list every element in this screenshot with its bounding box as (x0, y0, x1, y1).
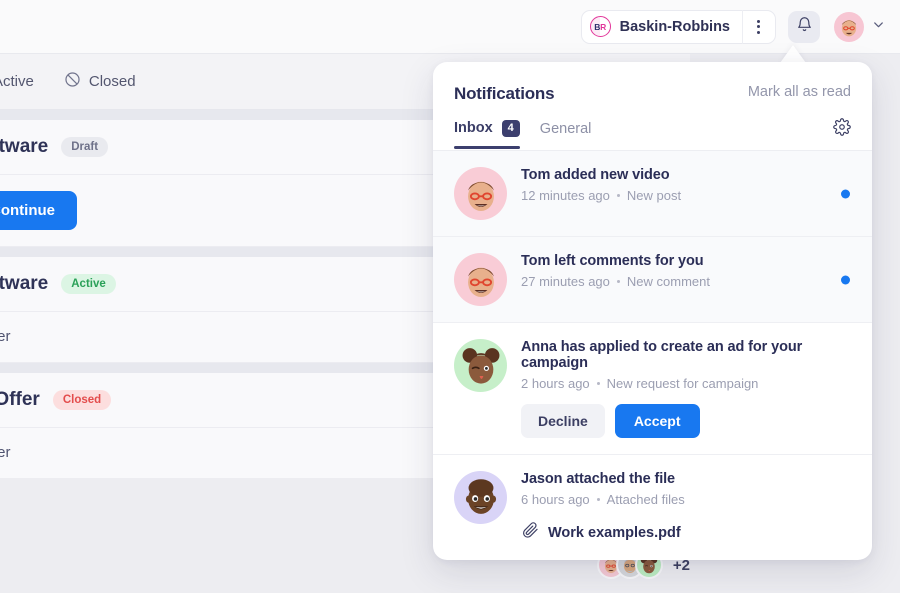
avatar (454, 339, 507, 392)
filter-active[interactable]: Active (0, 71, 34, 92)
notification-item[interactable]: Jason attached the file 6 hours ago Atta… (433, 455, 872, 560)
org-name-label: Baskin-Robbins (619, 18, 730, 35)
notifications-panel: Notifications Mark all as read Inbox 4 G… (433, 62, 872, 560)
notification-category: New post (626, 188, 682, 203)
notification-category: New request for campaign (606, 376, 759, 391)
notification-meta: 6 hours ago Attached files (521, 492, 851, 507)
paperclip-icon (521, 521, 539, 544)
baskin-robbins-logo-icon: BR (589, 16, 611, 37)
tab-inbox-count: 4 (501, 120, 520, 137)
notification-time: 12 minutes ago (521, 188, 610, 203)
gear-icon[interactable] (833, 118, 851, 150)
top-bar: BR Baskin-Robbins (0, 0, 900, 54)
avatar (454, 471, 507, 524)
decline-button[interactable]: Decline (521, 404, 605, 438)
notification-title: Tom left comments for you (521, 253, 704, 269)
filter-closed[interactable]: Closed (64, 71, 136, 92)
notification-time: 6 hours ago (521, 492, 590, 507)
notification-time: 27 minutes ago (521, 274, 610, 289)
notifications-tabs: Inbox 4 General (433, 118, 872, 151)
notification-time: 2 hours ago (521, 376, 590, 391)
status-badge: Closed (52, 390, 112, 410)
avatar (454, 253, 507, 306)
notification-category: New comment (626, 274, 710, 289)
unread-indicator (841, 189, 850, 198)
ban-icon (64, 71, 81, 92)
notification-item[interactable]: Tom left comments for you 27 minutes ago… (433, 237, 872, 323)
notification-meta: 2 hours ago New request for campaign (521, 376, 851, 391)
notifications-bell-button[interactable] (788, 10, 820, 43)
page-title: Notifications (454, 84, 555, 103)
campaign-title: ve Offer (0, 389, 40, 410)
unread-indicator (841, 275, 850, 284)
user-menu[interactable] (834, 11, 886, 42)
app-root: Active Closed Software Draft Continue So… (0, 0, 900, 593)
notification-panel-pointer (780, 45, 806, 63)
separator-dot-icon (616, 194, 620, 197)
member-label: ember (0, 444, 11, 461)
notification-title: Anna has applied to create an ad for you… (521, 339, 803, 371)
tab-inbox-label: Inbox (454, 120, 493, 137)
notification-actions: Decline Accept (521, 404, 851, 438)
avatar[interactable] (834, 11, 864, 42)
org-logo-text: BR (594, 21, 606, 32)
mark-all-as-read-button[interactable]: Mark all as read (748, 84, 851, 100)
accept-button[interactable]: Accept (614, 404, 700, 438)
separator-dot-icon (596, 498, 600, 501)
attached-file[interactable]: Work examples.pdf (521, 521, 851, 544)
tab-inbox[interactable]: Inbox 4 (454, 120, 520, 149)
chevron-down-icon[interactable] (871, 17, 886, 37)
notification-title: Jason attached the file (521, 471, 676, 487)
status-badge: Draft (61, 137, 109, 157)
attached-file-name: Work examples.pdf (548, 524, 681, 541)
separator-dot-icon (596, 382, 600, 385)
notification-meta: 12 minutes ago New post (521, 188, 851, 203)
filter-active-label: Active (0, 73, 34, 90)
notification-meta: 27 minutes ago New comment (521, 274, 851, 289)
notification-item[interactable]: Anna has applied to create an ad for you… (433, 323, 872, 455)
campaign-title: Software (0, 136, 49, 157)
tab-general[interactable]: General (540, 121, 592, 148)
more-vertical-icon[interactable] (743, 10, 773, 44)
continue-button[interactable]: Continue (0, 191, 77, 230)
org-switcher[interactable]: BR Baskin-Robbins (580, 9, 776, 44)
campaign-title: Software (0, 273, 49, 294)
status-badge: Active (61, 274, 116, 294)
bell-icon (796, 16, 813, 38)
notifications-header: Notifications Mark all as read (433, 62, 872, 104)
separator-dot-icon (616, 280, 620, 283)
tab-general-label: General (539, 120, 592, 137)
notification-category: Attached files (606, 492, 685, 507)
filter-closed-label: Closed (88, 73, 136, 90)
member-label: ember (0, 328, 11, 345)
notification-title: Tom added new video (521, 167, 670, 183)
notification-item[interactable]: Tom added new video 12 minutes ago New p… (433, 151, 872, 237)
avatar (454, 167, 507, 220)
